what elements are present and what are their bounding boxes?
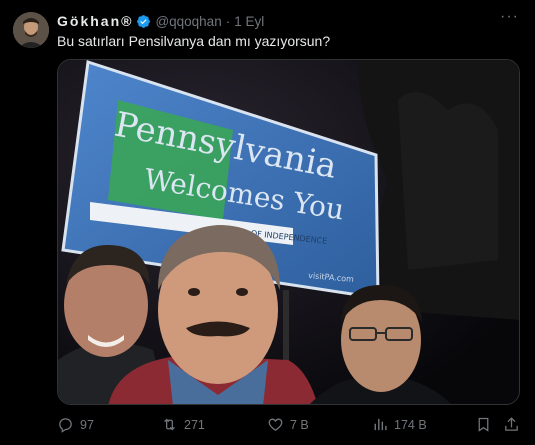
reply-button[interactable]: 97 bbox=[57, 416, 94, 433]
repost-count: 271 bbox=[184, 417, 205, 432]
like-icon bbox=[268, 418, 283, 431]
share-button[interactable] bbox=[503, 416, 520, 433]
share-icon bbox=[505, 417, 518, 431]
avatar[interactable] bbox=[13, 12, 49, 48]
more-options-button[interactable]: ··· bbox=[500, 8, 519, 26]
reply-count: 97 bbox=[80, 417, 94, 432]
views-icon bbox=[372, 418, 387, 431]
bookmark-icon bbox=[478, 417, 489, 432]
author-handle[interactable]: @qqoqhan bbox=[155, 14, 221, 29]
tweet-actions: 97 271 7 B 174 B bbox=[57, 416, 520, 436]
repost-icon bbox=[164, 418, 175, 431]
verified-badge-icon bbox=[137, 14, 151, 28]
bookmark-button[interactable] bbox=[475, 416, 492, 433]
tweet[interactable]: Gökhan® @qqoqhan · 1 Eyl ··· Bu satırlar… bbox=[0, 0, 535, 445]
tweet-photo[interactable]: Pennsylvania Welcomes You ...OF INDEPEND… bbox=[57, 59, 520, 405]
tweet-header: Gökhan® @qqoqhan · 1 Eyl bbox=[57, 12, 264, 30]
like-button[interactable]: 7 B bbox=[267, 416, 309, 433]
like-count: 7 B bbox=[290, 417, 309, 432]
separator-dot: · bbox=[225, 13, 231, 29]
tweet-text: Bu satırları Pensilvanya dan mı yazıyors… bbox=[57, 33, 331, 49]
timestamp[interactable]: 1 Eyl bbox=[234, 14, 264, 29]
repost-button[interactable]: 271 bbox=[161, 416, 205, 433]
reply-icon bbox=[59, 418, 72, 433]
views-button[interactable]: 174 B bbox=[371, 416, 427, 433]
views-count: 174 B bbox=[394, 417, 427, 432]
author-name[interactable]: Gökhan® bbox=[57, 13, 133, 29]
